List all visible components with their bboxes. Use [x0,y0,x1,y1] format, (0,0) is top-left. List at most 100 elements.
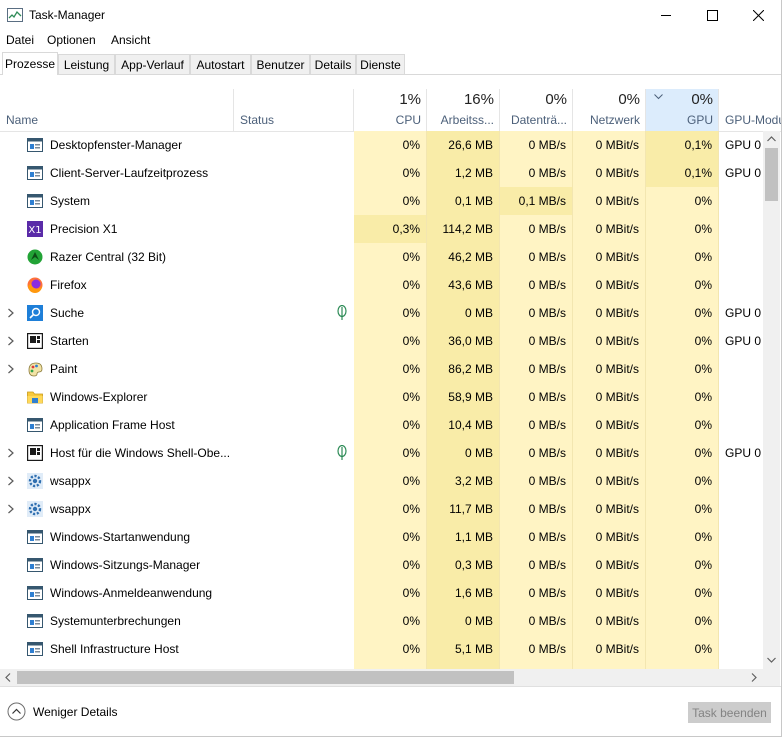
network-value: 0 MBit/s [595,250,639,264]
fewer-details-button[interactable]: Weniger Details [7,702,117,721]
tab-leistung[interactable]: Leistung [58,54,115,74]
svg-text:X1: X1 [28,225,41,236]
menu-optionen[interactable]: Optionen [47,33,96,47]
gear-app-icon [27,501,43,517]
scroll-down-icon[interactable] [767,657,776,663]
gpu-engine-value [725,187,763,215]
close-button[interactable] [735,0,781,30]
menu-ansicht[interactable]: Ansicht [111,33,150,47]
disk-value: 0 MB/s [528,250,566,264]
gpu-engine-value [725,495,763,523]
memory-value: 43,6 MB [448,278,493,292]
fewer-details-label: Weniger Details [33,704,118,719]
process-name: Windows-Startanwendung [50,530,191,544]
network-value: 0 MBit/s [595,586,639,600]
vertical-scroll-thumb[interactable] [765,148,778,201]
network-value: 0 MBit/s [595,614,639,628]
horizontal-scroll-thumb[interactable] [17,671,514,684]
window-title: Task-Manager [29,8,106,22]
process-row[interactable]: Firefox 0% 43,6 MB 0 MB/s 0 MBit/s 0% [0,271,763,299]
horizontal-scrollbar[interactable] [0,669,763,686]
window-app-icon [27,530,43,544]
expand-chevron-icon[interactable] [7,364,15,374]
process-row[interactable]: Systemunterbrechungen 0% 0 MB 0 MB/s 0 MBit/… [0,607,763,635]
tab-prozesse[interactable]: Prozesse [2,52,58,75]
maximize-button[interactable] [689,0,735,30]
column-header-status[interactable]: Status [234,89,354,131]
minimize-button[interactable] [643,0,689,30]
precision-x1-icon: X1 [27,221,43,237]
column-header-disk[interactable]: 0% Datenträ... [500,89,573,131]
process-row[interactable]: Windows-Startanwendung 0% 1,1 MB 0 MB/s 0 MB… [0,523,763,551]
scroll-up-icon[interactable] [767,136,776,142]
disk-value: 0 MB/s [528,222,566,236]
expand-chevron-icon[interactable] [7,448,15,458]
column-header-gpu[interactable]: 0% GPU [646,89,719,131]
disk-value: 0 MB/s [528,166,566,180]
tab-app-verlauf[interactable]: App-Verlauf [115,54,190,74]
gpu-value: 0% [694,642,712,656]
network-value: 0 MBit/s [595,530,639,544]
process-row[interactable]: Client-Server-Laufzeitprozess 0% 1,2 MB 0 M… [0,159,763,187]
column-header-gpu-engine[interactable]: GPU-Modul [719,89,781,131]
cpu-value: 0% [402,446,420,460]
disk-value: 0 MB/s [528,474,566,488]
process-row[interactable]: Starten 0% 36,0 MB 0 MB/s 0 MBit/s 0% GPU 0 - … [0,327,763,355]
scroll-left-icon[interactable] [5,673,11,682]
process-row[interactable]: Windows-Anmeldeanwendung 0% 1,6 MB 0 MB/s 0 … [0,579,763,607]
window-app-icon [27,614,43,628]
process-row[interactable]: Suche 0% 0 MB 0 MB/s 0 MBit/s 0% GPU 0 - 3D [0,299,763,327]
expand-chevron-icon[interactable] [7,504,15,514]
column-header-network[interactable]: 0% Netzwerk [573,89,646,131]
expand-chevron-icon[interactable] [7,476,15,486]
process-row[interactable]: Paint 0% 86,2 MB 0 MB/s 0 MBit/s 0% [0,355,763,383]
gpu-engine-value: GPU 0 - 3D [725,138,763,152]
process-name: Suche [50,306,85,320]
window-app-icon [27,138,43,152]
gpu-value: 0% [694,474,712,488]
window-app-icon [27,642,43,656]
expand-chevron-icon[interactable] [7,308,15,318]
process-name: Client-Server-Laufzeitprozess [50,166,209,180]
disk-total-percent: 0% [545,91,567,108]
footer: Weniger Details Task beenden [0,686,781,736]
process-row[interactable]: Desktopfenster-Manager 0% 26,6 MB 0 MB/s 0 M… [0,131,763,159]
menu-datei[interactable]: Datei [6,33,34,47]
gpu-value: 0% [694,278,712,292]
tab-details[interactable]: Details [310,54,356,74]
tab-dienste[interactable]: Dienste [356,54,405,74]
process-row[interactable]: Application Frame Host 0% 10,4 MB 0 MB/s 0 M… [0,411,763,439]
maximize-icon [706,9,718,21]
process-row[interactable]: Host für die Windows Shell-Obe... 0% 0 MB 0… [0,439,763,467]
column-label-memory: Arbeitss... [440,113,494,127]
column-label-disk: Datenträ... [510,113,567,127]
paint-icon [28,362,43,377]
column-label-gpu: GPU [686,113,713,127]
expand-chevron-icon[interactable] [7,336,15,346]
gpu-value: 0% [694,334,712,348]
chevron-up-circle-icon [7,702,26,721]
process-row[interactable]: System 0% 0,1 MB 0,1 MB/s 0 MBit/s 0% [0,187,763,215]
column-header-memory[interactable]: 16% Arbeitss... [427,89,500,131]
title-bar[interactable]: Task-Manager [0,0,781,30]
tab-autostart[interactable]: Autostart [190,54,251,74]
cpu-value: 0% [402,194,420,208]
vertical-scrollbar[interactable] [763,131,780,669]
gpu-engine-value [725,383,763,411]
end-task-button[interactable]: Task beenden [688,702,771,723]
column-header-cpu[interactable]: 1% CPU [354,89,427,131]
process-row[interactable]: wsappx 0% 11,7 MB 0 MB/s 0 MBit/s 0% [0,495,763,523]
tab-benutzer[interactable]: Benutzer [251,54,310,74]
process-row[interactable]: wsappx 0% 3,2 MB 0 MB/s 0 MBit/s 0% [0,467,763,495]
gpu-value: 0% [694,558,712,572]
cpu-value: 0% [402,558,420,572]
scroll-right-icon[interactable] [751,673,757,682]
process-row[interactable]: X1 Precision X1 0,3% 114,2 MB 0 MB/s 0 MBit/s… [0,215,763,243]
column-label-cpu: CPU [395,113,421,127]
gpu-value: 0% [694,390,712,404]
process-row[interactable]: Razer Central (32 Bit) 0% 46,2 MB 0 MB/s 0 M… [0,243,763,271]
process-row[interactable]: Shell Infrastructure Host 0% 5,1 MB 0 MB/s 0… [0,635,763,663]
process-row[interactable]: Windows-Sitzungs-Manager 0% 0,3 MB 0 MB/s 0 … [0,551,763,579]
column-header-name[interactable]: Name [0,89,234,131]
process-row[interactable]: Windows-Explorer 0% 58,9 MB 0 MB/s 0 MBit/s 0… [0,383,763,411]
